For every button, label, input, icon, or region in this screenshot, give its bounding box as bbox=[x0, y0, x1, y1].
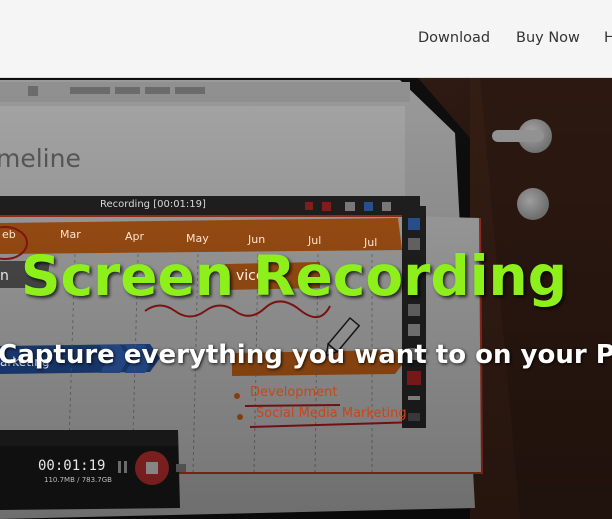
list-item-development: Development bbox=[250, 385, 338, 400]
recorder-size: 110.7MB / 783.7GB bbox=[44, 476, 112, 484]
month-label: Apr bbox=[125, 230, 145, 243]
nav-link-buy-now[interactable]: Buy Now bbox=[516, 30, 580, 46]
hero-banner: meline Recording [00:01:19] eb Mar Apr M… bbox=[0, 78, 612, 519]
nav-link-download[interactable]: Download bbox=[418, 30, 490, 46]
month-label: Mar bbox=[60, 228, 81, 241]
top-navbar: Download Buy Now H bbox=[0, 0, 612, 78]
hero-subtitle: nd Capture everything you want to on you… bbox=[0, 340, 612, 370]
nav-link-partial[interactable]: H bbox=[604, 30, 612, 46]
timeline-heading: meline bbox=[0, 144, 81, 173]
list-item-social-media: Social Media Marketing bbox=[256, 406, 407, 421]
recording-label: Recording [00:01:19] bbox=[100, 199, 206, 210]
hero-title: Screen Recording bbox=[20, 244, 568, 308]
month-label: eb bbox=[2, 228, 16, 241]
recorder-time: 00:01:19 bbox=[38, 458, 106, 474]
